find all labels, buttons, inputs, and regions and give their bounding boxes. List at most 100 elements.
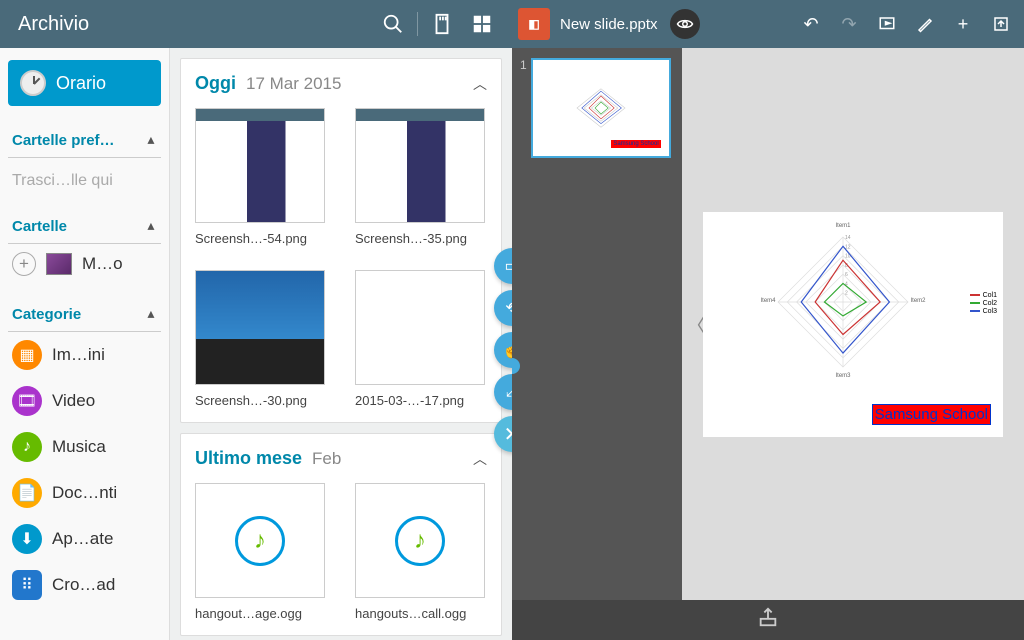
slide-thumbnail[interactable]: Samsung School xyxy=(531,58,671,158)
archive-sidebar: Orario Cartelle pref… ▼ Trasci…lle qui C… xyxy=(0,48,170,640)
clock-icon xyxy=(20,70,46,96)
legend-label: Col1 xyxy=(983,292,997,299)
file-thumb-screenshot xyxy=(195,108,325,223)
folder-label: M…o xyxy=(82,254,123,274)
favorites-section-header[interactable]: Cartelle pref… ▼ xyxy=(8,124,161,158)
file-name: Screensh…-35.png xyxy=(355,231,485,246)
draw-icon[interactable] xyxy=(908,7,942,41)
svg-text:Item2: Item2 xyxy=(910,298,926,304)
file-thumb-audio: ♪ xyxy=(355,483,485,598)
file-groups: Oggi 17 Mar 2015 ︿ Screensh…-54.png Screensh… xyxy=(180,58,502,636)
file-thumb-screenshot xyxy=(355,108,485,223)
category-label: Doc…nti xyxy=(52,483,117,503)
category-icon: ⬇ xyxy=(12,524,42,554)
group-header[interactable]: Oggi 17 Mar 2015 ︿ xyxy=(195,73,487,94)
category-label: Musica xyxy=(52,437,106,457)
add-icon[interactable]: + xyxy=(12,252,36,276)
orario-button[interactable]: Orario xyxy=(8,60,161,106)
search-icon[interactable] xyxy=(373,4,413,44)
chevron-up-icon: ︿ xyxy=(473,449,487,469)
categories-section-header[interactable]: Categorie ▼ xyxy=(8,298,161,332)
category-label: Cro…ad xyxy=(52,575,115,595)
file-name: hangout…age.ogg xyxy=(195,606,325,621)
file-group: Oggi 17 Mar 2015 ︿ Screensh…-54.png Screensh… xyxy=(180,58,502,423)
svg-text:Item4: Item4 xyxy=(760,298,776,304)
slide-banner: Samsung School xyxy=(872,404,991,425)
category-icon: 📄 xyxy=(12,478,42,508)
chart-legend: Col1 Col2 Col3 xyxy=(970,292,997,316)
fab-expand-icon[interactable]: ⤢ xyxy=(494,374,512,410)
favorites-label: Cartelle pref… xyxy=(12,132,115,149)
slide-number: 1 xyxy=(520,58,527,158)
fab-window-icon[interactable]: ▭ xyxy=(494,248,512,284)
categories-label: Categorie xyxy=(12,306,81,323)
group-name: Oggi xyxy=(195,73,236,94)
archive-title: Archivio xyxy=(10,13,373,36)
archive-pane: Archivio Orario Cartelle pref… ▼ Trasci…… xyxy=(0,0,512,640)
play-icon[interactable] xyxy=(870,7,904,41)
file-item[interactable]: ♪ hangouts…call.ogg xyxy=(355,483,485,621)
category-item[interactable]: ▦Im…ini xyxy=(8,332,161,378)
mini-banner: Samsung School xyxy=(611,140,660,148)
legend-label: Col2 xyxy=(983,300,997,307)
file-item[interactable]: Screensh…-35.png xyxy=(355,108,485,246)
group-date: 17 Mar 2015 xyxy=(246,74,463,94)
chevron-up-icon: ▼ xyxy=(145,134,157,148)
preview-toggle-icon[interactable] xyxy=(670,9,700,39)
category-label: Video xyxy=(52,391,95,411)
presentation-body: 1 Samsung School 〈 Item1Item2Item xyxy=(512,48,1024,600)
group-name: Ultimo mese xyxy=(195,448,302,469)
favorites-drag-hint: Trasci…lle qui xyxy=(8,158,161,210)
export-icon[interactable] xyxy=(984,7,1018,41)
file-item[interactable]: Screensh…-54.png xyxy=(195,108,325,246)
grid-view-icon[interactable] xyxy=(462,4,502,44)
category-icon: ▦ xyxy=(12,340,42,370)
sdcard-icon[interactable] xyxy=(422,4,462,44)
category-item[interactable]: ⠿ Cro…ad xyxy=(8,562,161,608)
upload-icon[interactable] xyxy=(757,606,779,634)
slide-thumb-item[interactable]: 1 Samsung School xyxy=(520,58,674,158)
chevron-up-icon: ▼ xyxy=(145,220,157,234)
undo-icon[interactable]: ↶ xyxy=(794,7,828,41)
fab-touch-icon[interactable]: ☝ xyxy=(494,332,512,368)
category-icon: 🎞 xyxy=(12,386,42,416)
file-item[interactable]: ♪ hangout…age.ogg xyxy=(195,483,325,621)
file-name: 2015-03-…-17.png xyxy=(355,393,485,408)
file-name: Screensh…-30.png xyxy=(195,393,325,408)
slide-panel: 1 Samsung School xyxy=(512,48,682,600)
document-title: New slide.pptx xyxy=(560,16,658,33)
folder-thumb-icon xyxy=(46,253,72,275)
audio-icon: ♪ xyxy=(395,516,445,566)
slide-content[interactable]: Item1Item2Item3Item42468101214 Col1 Col2… xyxy=(703,212,1003,437)
svg-text:14: 14 xyxy=(845,235,851,241)
file-name: hangouts…call.ogg xyxy=(355,606,485,621)
svg-text:Item3: Item3 xyxy=(835,373,851,379)
file-thumb-blank xyxy=(355,270,485,385)
chevron-up-icon: ︿ xyxy=(473,74,487,94)
archive-body: Orario Cartelle pref… ▼ Trasci…lle qui C… xyxy=(0,48,512,640)
fab-rotate-icon[interactable]: ⟲ xyxy=(494,290,512,326)
category-item[interactable]: 📄 Doc…nti xyxy=(8,470,161,516)
redo-icon[interactable]: ↷ xyxy=(832,7,866,41)
svg-text:2: 2 xyxy=(845,290,848,296)
folders-section-header[interactable]: Cartelle ▼ xyxy=(8,210,161,244)
category-item[interactable]: 🎞 Video xyxy=(8,378,161,424)
file-grid: ♪ hangout…age.ogg ♪ hangouts…call.ogg xyxy=(195,483,487,621)
group-date: Feb xyxy=(312,449,463,469)
group-header[interactable]: Ultimo mese Feb ︿ xyxy=(195,448,487,469)
audio-icon: ♪ xyxy=(235,516,285,566)
category-item[interactable]: ♪Musica xyxy=(8,424,161,470)
file-item[interactable]: Screensh…-30.png xyxy=(195,270,325,408)
svg-text:6: 6 xyxy=(845,272,848,278)
legend-label: Col3 xyxy=(983,308,997,315)
folder-item[interactable]: + M…o xyxy=(8,244,161,284)
fab-stack: ▭ ⟲ ☝ ⤢ ✕ xyxy=(494,248,512,452)
fab-close-icon[interactable]: ✕ xyxy=(494,416,512,452)
presentation-app-icon[interactable]: ◧ xyxy=(518,8,550,40)
file-thumb-desktop xyxy=(195,270,325,385)
category-item[interactable]: ⬇ Ap…ate xyxy=(8,516,161,562)
category-icon: ⠿ xyxy=(12,570,42,600)
category-label: Ap…ate xyxy=(52,529,113,549)
add-icon[interactable]: + xyxy=(946,7,980,41)
file-item[interactable]: 2015-03-…-17.png xyxy=(355,270,485,408)
